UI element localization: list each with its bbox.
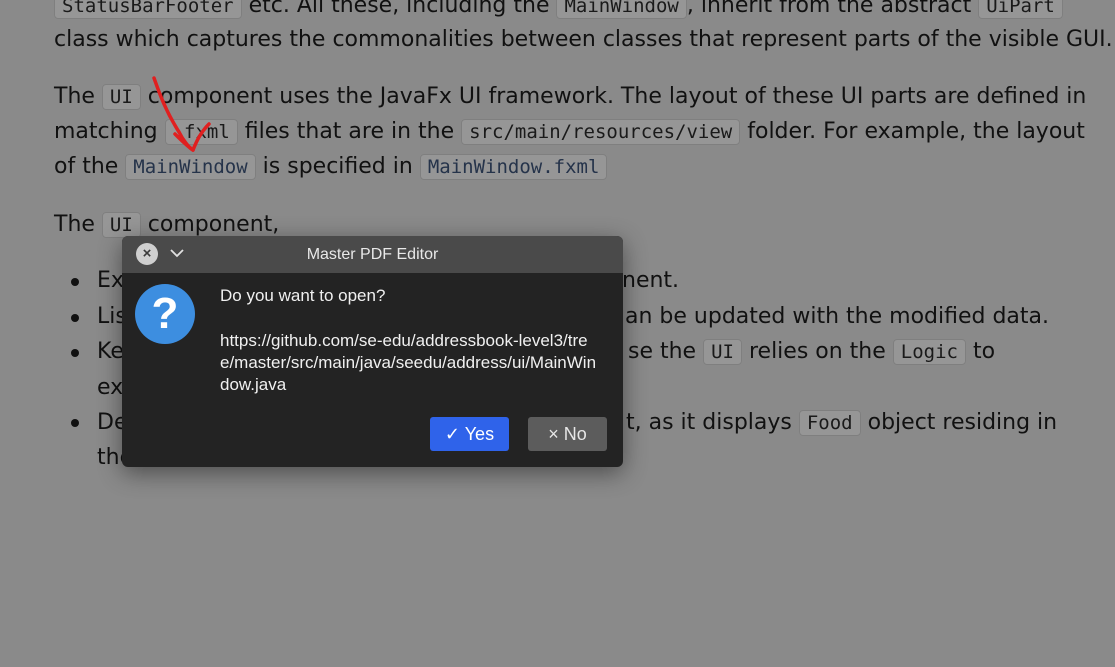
- question-icon: ?: [135, 284, 195, 344]
- red-arrow-annotation: [152, 76, 211, 152]
- text: component,: [140, 212, 280, 237]
- code-ui-2: UI: [101, 212, 141, 238]
- yes-button[interactable]: ✓ Yes: [430, 417, 509, 451]
- no-button[interactable]: × No: [528, 417, 607, 451]
- text: relies on the: [741, 339, 893, 364]
- bullet-3-end: se the UI relies on the Logic to: [628, 334, 995, 371]
- x-icon: ×: [548, 424, 559, 444]
- code-mainwindow: MainWindow: [556, 0, 687, 19]
- doc-line-2: class which captures the commonalities b…: [54, 27, 1113, 52]
- bullet-4: [71, 419, 79, 427]
- code-ui-3: UI: [703, 339, 742, 365]
- code-resources-path: src/main/resources/view: [461, 119, 741, 145]
- text: to: [966, 339, 996, 364]
- dialog-titlebar[interactable]: × Master PDF Editor: [122, 236, 623, 273]
- yes-label: Yes: [464, 424, 495, 444]
- dialog-url: https://github.com/se-edu/addressbook-le…: [220, 331, 597, 394]
- text: object residing in: [860, 410, 1058, 435]
- check-icon: ✓: [444, 424, 461, 444]
- code-ui: UI: [101, 84, 141, 110]
- open-link-dialog: × Master PDF Editor ? Do you want to ope…: [122, 236, 623, 467]
- text: The: [54, 212, 102, 237]
- no-label: No: [563, 424, 587, 444]
- code-logic: Logic: [892, 339, 966, 365]
- text: is specified in: [255, 154, 420, 179]
- dialog-title: Master PDF Editor: [306, 246, 439, 263]
- text: files that are in the: [237, 119, 462, 144]
- bullet-3-start: Ke: [97, 339, 124, 364]
- bullet-2-end: an be updated with the modified data.: [625, 304, 1050, 329]
- bullet-1: [71, 278, 79, 286]
- text: folder. For example, the layout: [740, 119, 1085, 144]
- code-mainwindow-fxml-link[interactable]: MainWindow.fxml: [419, 154, 608, 180]
- code-uipart: UiPart: [978, 0, 1063, 19]
- doc-line-1: StatusBarFooter etc. All these, includin…: [54, 0, 1063, 25]
- code-food: Food: [798, 410, 861, 436]
- dialog-question: Do you want to open?: [220, 286, 386, 305]
- text: The: [54, 84, 102, 109]
- text: , inherit from the abstract: [686, 0, 979, 18]
- bullet-1-end: nent.: [622, 268, 680, 293]
- doc-line-5: of the MainWindow is specified in MainWi…: [54, 149, 608, 186]
- bullet-2: [71, 314, 79, 322]
- bullet-3: [71, 349, 79, 357]
- text: component uses the JavaFx UI framework. …: [140, 84, 1087, 109]
- text: etc. All these, including the: [241, 0, 557, 18]
- text: of the: [54, 154, 126, 179]
- text: se the: [628, 339, 704, 364]
- bullet-4-end: t, as it displays Food object residing i…: [626, 405, 1057, 442]
- text: t, as it displays: [626, 410, 799, 435]
- code-statusbarfooter: StatusBarFooter: [54, 0, 242, 19]
